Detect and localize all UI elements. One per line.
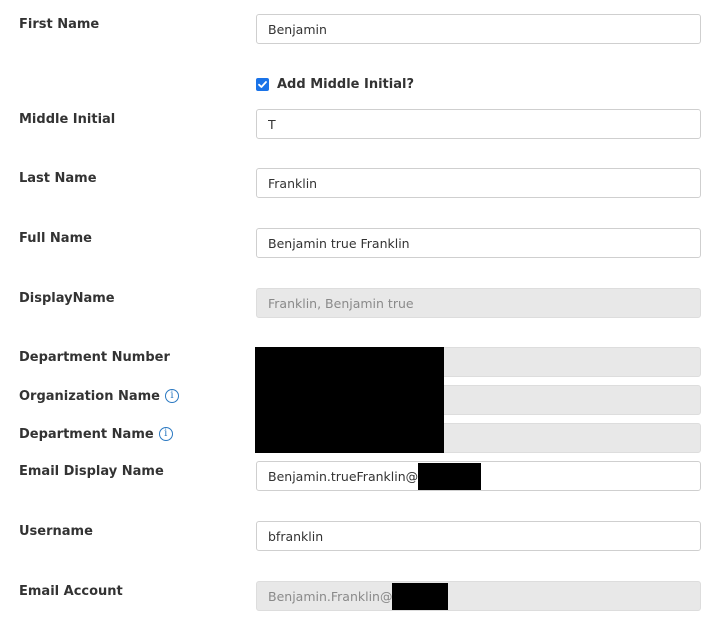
email-account-value: Benjamin.Franklin@ <box>268 588 393 604</box>
middle-initial-label-text: Middle Initial <box>19 111 116 127</box>
email-account-label: Email Account <box>19 582 123 600</box>
email-display-name-value: Benjamin.trueFranklin@ <box>268 468 419 484</box>
full-name-input[interactable] <box>256 228 701 258</box>
email-account-input: Benjamin.Franklin@ <box>256 581 701 611</box>
first-name-input[interactable] <box>256 14 701 44</box>
add-middle-initial-checkbox[interactable] <box>256 77 269 91</box>
email-display-name-label-text: Email Display Name <box>19 463 164 479</box>
username-input[interactable] <box>256 521 701 551</box>
display-name-input <box>256 288 701 318</box>
email-display-name-label: Email Display Name <box>19 462 164 480</box>
username-label-text: Username <box>19 523 93 539</box>
first-name-label: First Name <box>19 15 99 33</box>
middle-initial-input[interactable] <box>256 109 701 139</box>
checkmark-icon <box>258 80 267 88</box>
last-name-input[interactable] <box>256 168 701 198</box>
department-name-label-text: Department Name <box>19 426 154 442</box>
full-name-label-text: Full Name <box>19 230 92 246</box>
redaction-block <box>255 347 444 453</box>
middle-initial-label: Middle Initial <box>19 110 115 128</box>
info-icon[interactable]: i <box>158 427 173 441</box>
add-middle-initial-label: Add Middle Initial? <box>277 76 414 92</box>
username-label: Username <box>19 522 93 540</box>
first-name-label-text: First Name <box>19 16 100 32</box>
display-name-label-text: DisplayName <box>19 290 115 306</box>
user-form: First Name Add Middle Initial? Middle In… <box>0 0 722 625</box>
department-number-label: Department Number <box>19 348 170 366</box>
department-number-label-text: Department Number <box>19 349 170 365</box>
display-name-label: DisplayName <box>19 289 115 307</box>
email-domain-redaction <box>418 462 482 490</box>
email-display-name-input[interactable]: Benjamin.trueFranklin@ <box>256 461 701 491</box>
last-name-label-text: Last Name <box>19 170 97 186</box>
email-account-domain-redaction <box>392 582 449 610</box>
organization-name-label-text: Organization Name <box>19 388 160 404</box>
organization-name-label: Organization Name i <box>19 387 179 405</box>
department-name-label: Department Name i <box>19 425 173 443</box>
full-name-label: Full Name <box>19 229 92 247</box>
last-name-label: Last Name <box>19 169 97 187</box>
info-icon[interactable]: i <box>165 389 179 403</box>
email-account-label-text: Email Account <box>19 583 123 599</box>
add-middle-initial-row[interactable]: Add Middle Initial? <box>256 75 414 93</box>
